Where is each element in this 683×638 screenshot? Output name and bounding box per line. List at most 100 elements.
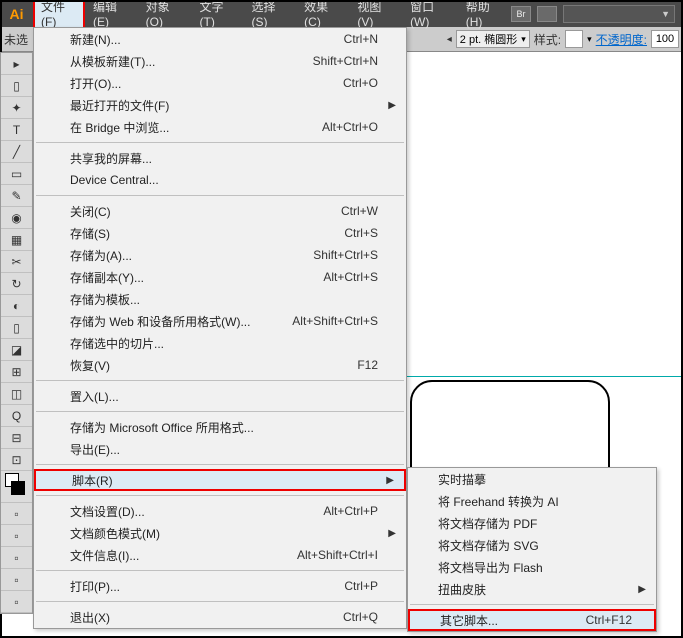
submenu-separator bbox=[410, 604, 654, 605]
file-menu-item-27[interactable]: 文件信息(I)...Alt+Shift+Ctrl+I bbox=[34, 544, 406, 566]
tool-9[interactable]: ✂ bbox=[1, 251, 32, 273]
file-menu-item-31[interactable]: 退出(X)Ctrl+Q bbox=[34, 606, 406, 628]
menu-item-2[interactable]: 对象(O) bbox=[138, 0, 192, 27]
scripts-item-4[interactable]: 将文档导出为 Flash bbox=[408, 556, 656, 578]
stroke-caret[interactable]: ◂ bbox=[447, 34, 452, 45]
scripts-item-2[interactable]: 将文档存储为 PDF bbox=[408, 512, 656, 534]
file-menu-item-9[interactable]: 关闭(C) Ctrl+W bbox=[34, 200, 406, 222]
file-menu-item-15[interactable]: 存储选中的切片... bbox=[34, 332, 406, 354]
tool-6[interactable]: ✎ bbox=[1, 185, 32, 207]
menu-item-1[interactable]: 编辑(E) bbox=[85, 0, 138, 27]
menu-item-0[interactable]: 文件(F) bbox=[33, 0, 85, 27]
file-menu-item-16[interactable]: 恢复(V)F12 bbox=[34, 354, 406, 376]
menu-item-8[interactable]: 帮助(H) bbox=[458, 0, 511, 27]
menu-item-label: 新建(N)... bbox=[70, 31, 121, 48]
menu-item-label: 共享我的屏幕... bbox=[70, 150, 152, 167]
file-menu-item-20[interactable]: 存储为 Microsoft Office 所用格式... bbox=[34, 416, 406, 438]
menu-item-3[interactable]: 文字(T) bbox=[192, 0, 244, 27]
file-menu-item-7[interactable]: Device Central... bbox=[34, 169, 406, 191]
style-swatch[interactable] bbox=[565, 30, 583, 48]
menu-shortcut: F12 bbox=[357, 358, 378, 372]
file-menu-item-6[interactable]: 共享我的屏幕... bbox=[34, 147, 406, 169]
tool-17[interactable]: ⊟ bbox=[1, 427, 32, 449]
file-menu-item-25[interactable]: 文档设置(D)...Alt+Ctrl+P bbox=[34, 500, 406, 522]
menu-item-label: 脚本(R) bbox=[72, 472, 113, 489]
menu-shortcut: Shift+Ctrl+N bbox=[313, 54, 378, 68]
file-menu-item-1[interactable]: 从模板新建(T)...Shift+Ctrl+N bbox=[34, 50, 406, 72]
file-menu-item-14[interactable]: 存储为 Web 和设备所用格式(W)...Alt+Shift+Ctrl+S bbox=[34, 310, 406, 332]
file-menu-item-26[interactable]: 文档颜色模式(M)▶ bbox=[34, 522, 406, 544]
menu-item-label: 在 Bridge 中浏览... bbox=[70, 119, 169, 136]
tool-extra-0[interactable]: ▫ bbox=[1, 503, 32, 525]
tool-5[interactable]: ▭ bbox=[1, 163, 32, 185]
submenu-arrow-icon: ▶ bbox=[638, 584, 646, 595]
scripts-item-7[interactable]: 其它脚本...Ctrl+F12 bbox=[408, 609, 656, 631]
tool-15[interactable]: ◫ bbox=[1, 383, 32, 405]
submenu-item-label: 将文档导出为 Flash bbox=[438, 559, 543, 576]
menu-item-7[interactable]: 窗口(W) bbox=[402, 0, 458, 27]
opacity-label[interactable]: 不透明度: bbox=[596, 31, 647, 48]
menu-item-label: 打印(P)... bbox=[70, 578, 120, 595]
tool-extra-3[interactable]: ▫ bbox=[1, 569, 32, 591]
submenu-arrow-icon: ▶ bbox=[386, 475, 394, 486]
tool-2[interactable]: ✦ bbox=[1, 97, 32, 119]
file-menu-item-2[interactable]: 打开(O)...Ctrl+O bbox=[34, 72, 406, 94]
menubar: 文件(F)编辑(E)对象(O)文字(T)选择(S)效果(C)视图(V)窗口(W)… bbox=[33, 0, 511, 27]
menu-shortcut: Ctrl+Q bbox=[343, 610, 378, 624]
canvas-guide bbox=[405, 376, 681, 378]
menu-separator bbox=[36, 464, 404, 465]
scripts-item-3[interactable]: 将文档存储为 SVG bbox=[408, 534, 656, 556]
tool-7[interactable]: ◉ bbox=[1, 207, 32, 229]
tool-12[interactable]: ▯ bbox=[1, 317, 32, 339]
menu-item-label: 存储为模板... bbox=[70, 291, 140, 308]
tool-0[interactable]: ▸ bbox=[1, 53, 32, 75]
opacity-input[interactable] bbox=[651, 30, 679, 48]
tool-16[interactable]: Q bbox=[1, 405, 32, 427]
menu-shortcut: Ctrl+W bbox=[341, 204, 378, 218]
file-menu-dropdown: 新建(N)...Ctrl+N从模板新建(T)...Shift+Ctrl+N打开(… bbox=[33, 27, 407, 629]
file-menu-item-10[interactable]: 存储(S)Ctrl+S bbox=[34, 222, 406, 244]
tool-11[interactable]: ◐ bbox=[1, 295, 32, 317]
tool-14[interactable]: ⊞ bbox=[1, 361, 32, 383]
stroke-dropdown[interactable]: 2 pt. 椭圆形▾ bbox=[456, 30, 530, 48]
scripts-item-0[interactable]: 实时描摹 bbox=[408, 468, 656, 490]
tool-4[interactable]: ╱ bbox=[1, 141, 32, 163]
tool-8[interactable]: ▦ bbox=[1, 229, 32, 251]
menu-item-label: 关闭(C) bbox=[70, 203, 111, 220]
tool-10[interactable]: ↻ bbox=[1, 273, 32, 295]
menu-shortcut: Ctrl+P bbox=[344, 579, 378, 593]
fill-stroke-swatches[interactable] bbox=[1, 471, 32, 503]
tool-1[interactable]: ▯ bbox=[1, 75, 32, 97]
tool-13[interactable]: ◪ bbox=[1, 339, 32, 361]
file-menu-item-29[interactable]: 打印(P)... Ctrl+P bbox=[34, 575, 406, 597]
workspace-dropdown[interactable]: ▼ bbox=[563, 5, 675, 23]
file-menu-item-13[interactable]: 存储为模板... bbox=[34, 288, 406, 310]
menu-item-5[interactable]: 效果(C) bbox=[296, 0, 349, 27]
selection-label: 未选 bbox=[4, 31, 28, 48]
menu-separator bbox=[36, 570, 404, 571]
menu-item-6[interactable]: 视图(V) bbox=[349, 0, 402, 27]
menu-item-label: 文档设置(D)... bbox=[70, 503, 145, 520]
file-menu-item-18[interactable]: 置入(L)... bbox=[34, 385, 406, 407]
file-menu-item-23[interactable]: 脚本(R) ▶ bbox=[34, 469, 406, 491]
tool-extra-2[interactable]: ▫ bbox=[1, 547, 32, 569]
layout-button[interactable] bbox=[537, 6, 557, 22]
submenu-item-label: 将文档存储为 SVG bbox=[438, 537, 539, 554]
menu-item-label: 存储为 Microsoft Office 所用格式... bbox=[70, 419, 254, 436]
file-menu-item-21[interactable]: 导出(E)... bbox=[34, 438, 406, 460]
file-menu-item-0[interactable]: 新建(N)...Ctrl+N bbox=[34, 28, 406, 50]
tool-18[interactable]: ⊡ bbox=[1, 449, 32, 471]
file-menu-item-4[interactable]: 在 Bridge 中浏览...Alt+Ctrl+O bbox=[34, 116, 406, 138]
file-menu-item-12[interactable]: 存储副本(Y)...Alt+Ctrl+S bbox=[34, 266, 406, 288]
bridge-button[interactable]: Br bbox=[511, 6, 531, 22]
style-caret[interactable]: ▾ bbox=[587, 34, 592, 45]
tool-3[interactable]: T bbox=[1, 119, 32, 141]
menu-item-4[interactable]: 选择(S) bbox=[244, 0, 297, 27]
scripts-item-5[interactable]: 扭曲皮肤▶ bbox=[408, 578, 656, 600]
scripts-item-1[interactable]: 将 Freehand 转换为 AI bbox=[408, 490, 656, 512]
menu-item-label: 置入(L)... bbox=[70, 388, 119, 405]
file-menu-item-3[interactable]: 最近打开的文件(F)▶ bbox=[34, 94, 406, 116]
file-menu-item-11[interactable]: 存储为(A)...Shift+Ctrl+S bbox=[34, 244, 406, 266]
tool-extra-4[interactable]: ▫ bbox=[1, 591, 32, 613]
tool-extra-1[interactable]: ▫ bbox=[1, 525, 32, 547]
